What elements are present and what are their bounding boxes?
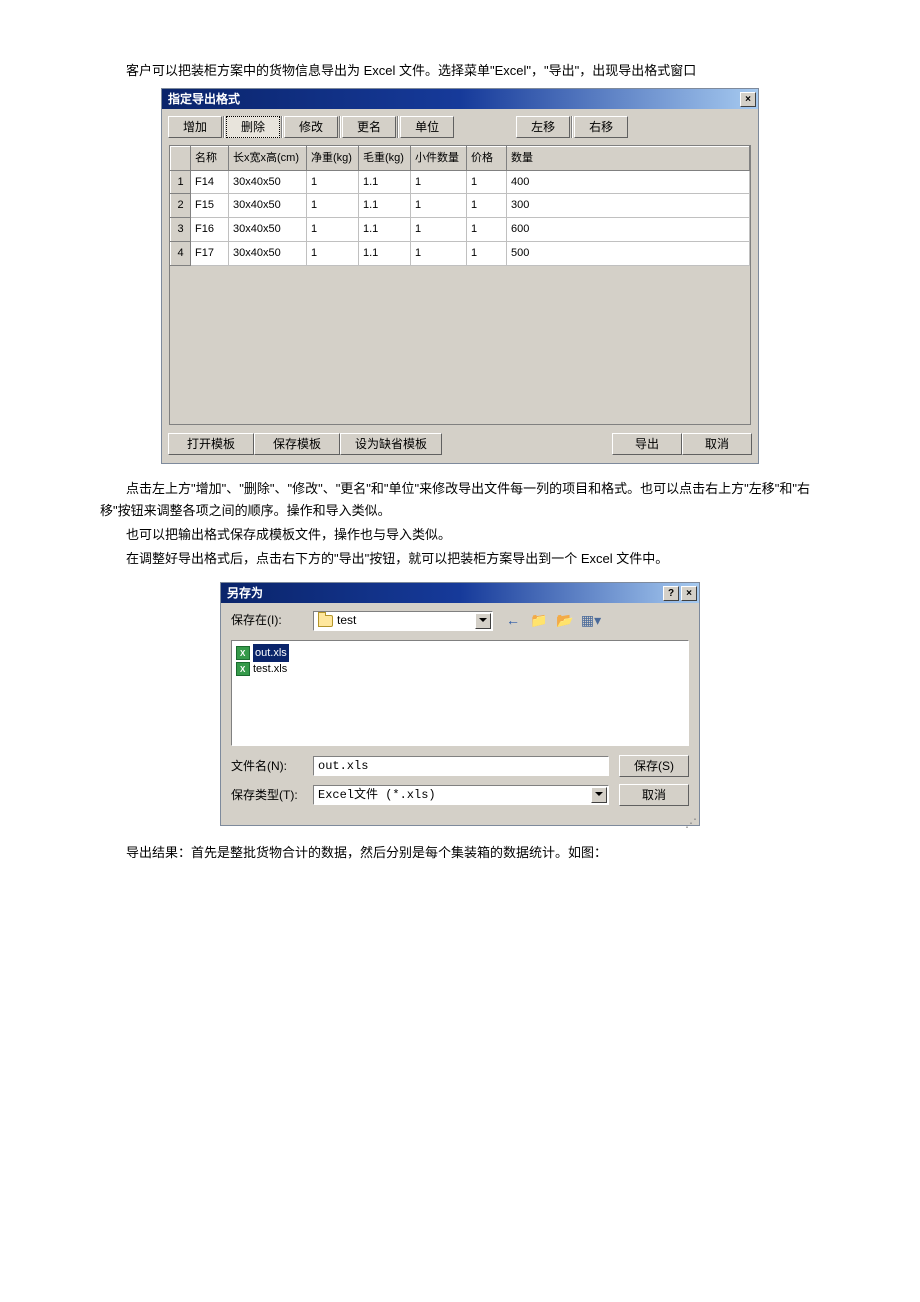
chevron-down-icon[interactable] (591, 787, 607, 803)
file-item[interactable]: out.xls (236, 645, 684, 661)
titlebar[interactable]: 另存为 ? × (221, 583, 699, 603)
filetype-combo[interactable]: Excel文件 (*.xls) (313, 785, 609, 805)
save-as-dialog: 另存为 ? × 保存在(I): test ← 📁 📂 ▦▾ out.xlstes… (220, 582, 700, 825)
new-folder-icon[interactable]: 📂 (555, 612, 575, 630)
intro-text: 客户可以把装柜方案中的货物信息导出为 Excel 文件。选择菜单"Excel"，… (100, 60, 820, 82)
save-template-button[interactable]: 保存模板 (254, 433, 340, 455)
open-template-button[interactable]: 打开模板 (168, 433, 254, 455)
file-item[interactable]: test.xls (236, 661, 684, 677)
filetype-value: Excel文件 (*.xls) (318, 785, 436, 805)
export-button[interactable]: 导出 (612, 433, 682, 455)
move-left-button[interactable]: 左移 (516, 116, 570, 138)
save-button[interactable]: 保存(S) (619, 755, 689, 777)
result-text: 导出结果：首先是整批货物合计的数据，然后分别是每个集装箱的数据统计。如图： (100, 842, 820, 864)
file-list[interactable]: out.xlstest.xls (231, 640, 689, 746)
col-header-gross[interactable]: 毛重(kg) (359, 147, 411, 171)
titlebar[interactable]: 指定导出格式 × (162, 89, 758, 109)
cancel-button[interactable]: 取消 (682, 433, 752, 455)
col-header-name[interactable]: 名称 (191, 147, 229, 171)
paragraph: 在调整好导出格式后，点击右下方的"导出"按钮，就可以把装柜方案导出到一个 Exc… (100, 548, 820, 570)
folder-icon (318, 615, 333, 627)
paragraph: 也可以把输出格式保存成模板文件，操作也与导入类似。 (100, 524, 820, 546)
table-row[interactable]: 3F1630x40x5011.111600 (171, 218, 750, 242)
col-header-index[interactable] (171, 147, 191, 171)
filename-label: 文件名(N): (231, 756, 303, 776)
close-icon[interactable]: × (681, 586, 697, 601)
col-header-qty[interactable]: 数量 (507, 147, 750, 171)
chevron-down-icon[interactable] (475, 613, 491, 629)
col-header-net[interactable]: 净重(kg) (307, 147, 359, 171)
delete-button[interactable]: 删除 (226, 116, 280, 138)
table-row[interactable]: 1F1430x40x5011.111400 (171, 170, 750, 194)
save-in-combo[interactable]: test (313, 611, 493, 631)
save-in-label: 保存在(I): (231, 610, 303, 630)
xls-icon (236, 646, 250, 660)
dialog-title: 另存为 (227, 583, 661, 603)
dialog-title: 指定导出格式 (168, 89, 738, 109)
resize-grip[interactable]: ⋰ (221, 813, 699, 825)
add-button[interactable]: 增加 (168, 116, 222, 138)
cancel-button[interactable]: 取消 (619, 784, 689, 806)
body-paragraphs: 点击左上方"增加"、"删除"、"修改"、"更名"和"单位"来修改导出文件每一列的… (100, 478, 820, 570)
view-menu-icon[interactable]: ▦▾ (581, 612, 601, 630)
col-header-pcs[interactable]: 小件数量 (411, 147, 467, 171)
top-toolbar: 增加 删除 修改 更名 单位 左移 右移 (162, 109, 758, 145)
help-icon[interactable]: ? (663, 586, 679, 601)
move-right-button[interactable]: 右移 (574, 116, 628, 138)
modify-button[interactable]: 修改 (284, 116, 338, 138)
table-row[interactable]: 4F1730x40x5011.111500 (171, 241, 750, 265)
rename-button[interactable]: 更名 (342, 116, 396, 138)
col-header-dim[interactable]: 长x宽x高(cm) (229, 147, 307, 171)
col-header-price[interactable]: 价格 (467, 147, 507, 171)
back-icon[interactable]: ← (503, 612, 523, 630)
export-format-dialog: 指定导出格式 × 增加 删除 修改 更名 单位 左移 右移 名称 长x宽x高(c… (161, 88, 759, 464)
paragraph: 点击左上方"增加"、"删除"、"修改"、"更名"和"单位"来修改导出文件每一列的… (100, 478, 820, 522)
table-row[interactable]: 2F1530x40x5011.111300 (171, 194, 750, 218)
set-default-button[interactable]: 设为缺省模板 (340, 433, 442, 455)
bottom-toolbar: 打开模板 保存模板 设为缺省模板 导出 取消 (162, 425, 758, 463)
xls-icon (236, 662, 250, 676)
nav-icons: ← 📁 📂 ▦▾ (503, 612, 601, 630)
up-folder-icon[interactable]: 📁 (529, 612, 549, 630)
close-icon[interactable]: × (740, 92, 756, 107)
filename-input[interactable]: out.xls (313, 756, 609, 776)
save-in-value: test (337, 610, 356, 630)
unit-button[interactable]: 单位 (400, 116, 454, 138)
filetype-label: 保存类型(T): (231, 785, 303, 805)
columns-grid[interactable]: 名称 长x宽x高(cm) 净重(kg) 毛重(kg) 小件数量 价格 数量 1F… (169, 145, 751, 425)
